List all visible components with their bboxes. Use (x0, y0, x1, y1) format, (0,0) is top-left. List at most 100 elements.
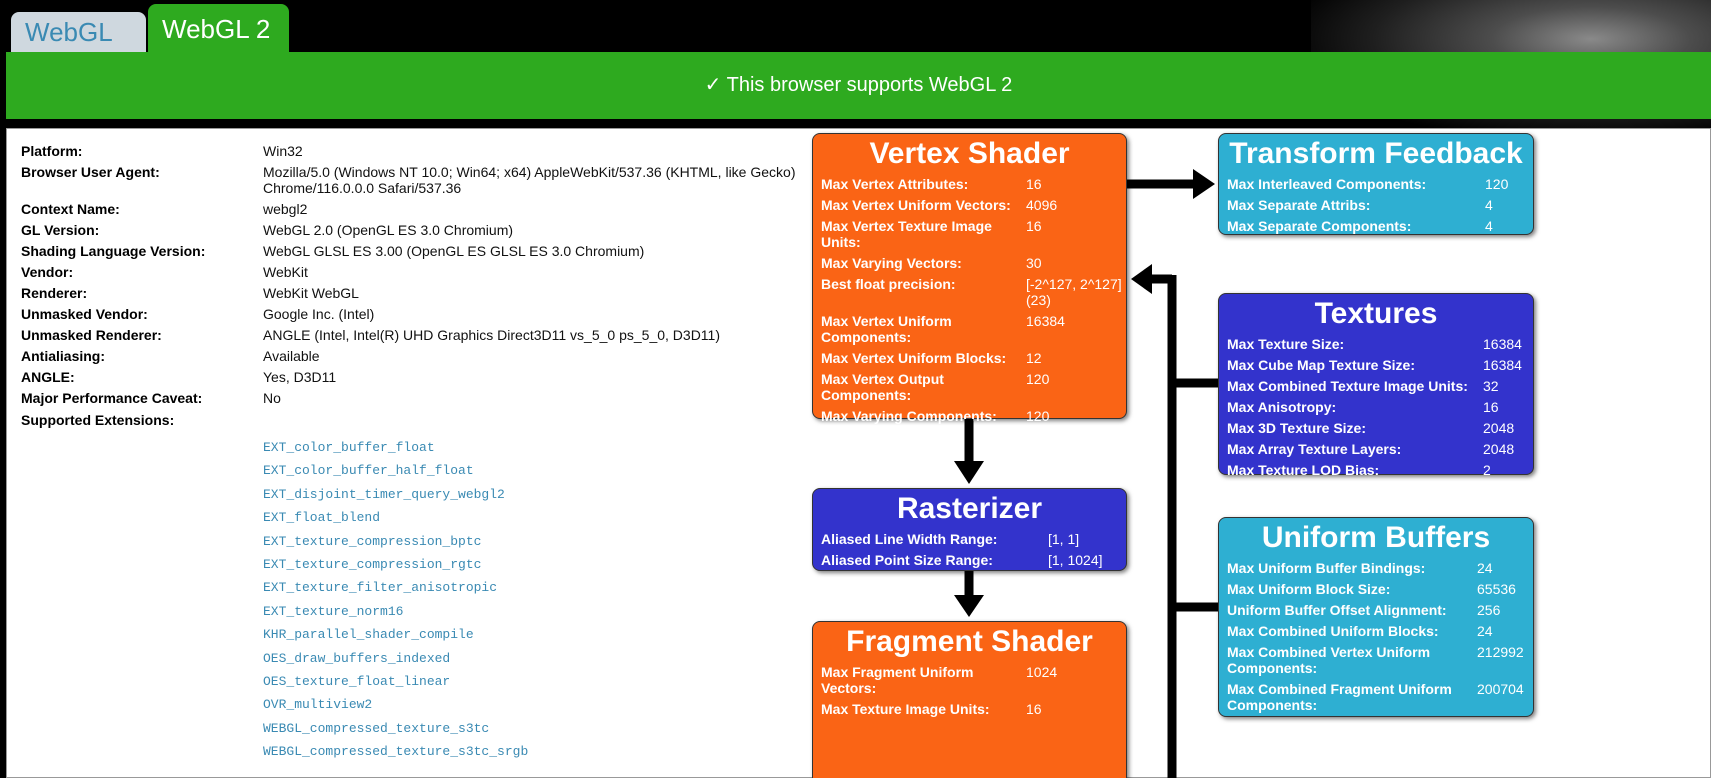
stat-row: Max Texture Size: 16384 (1219, 336, 1533, 352)
tab-webgl1[interactable]: WebGL 1 (11, 12, 146, 87)
extension-link[interactable]: OVR_multiview2 (263, 693, 861, 716)
info-value: Google Inc. (Intel) (263, 306, 375, 322)
stat-label: Max Varying Vectors: (821, 255, 962, 271)
stat-label: Uniform Buffer Offset Alignment: (1227, 602, 1447, 618)
stat-row: Max Combined Fragment Uniform Components… (1219, 681, 1533, 713)
info-key: Vendor: (21, 264, 74, 280)
info-row: Major Performance Caveat: No (21, 390, 861, 406)
stat-value: 16384 (1483, 336, 1522, 352)
stat-value: 4 (1485, 218, 1493, 234)
stat-row: Aliased Line Width Range: [1, 1] (813, 531, 1126, 547)
stat-value: 4 (1485, 197, 1493, 213)
stat-label: Max Texture Size: (1227, 336, 1345, 352)
info-value: webgl2 (263, 201, 308, 217)
stat-label: Max Combined Uniform Blocks: (1227, 623, 1439, 639)
uniform-buffers-title: Uniform Buffers (1261, 521, 1491, 554)
stat-value: 16 (1026, 176, 1042, 192)
stat-value: [1, 1] (1048, 531, 1080, 547)
info-value: Available (263, 348, 320, 364)
extension-link[interactable]: OES_draw_buffers_indexed (263, 647, 861, 670)
extension-link[interactable]: EXT_texture_compression_rgtc (263, 553, 861, 576)
stat-label: Max Fragment Uniform Vectors: (821, 664, 974, 696)
stat-row: Uniform Buffer Offset Alignment: 256 (1219, 602, 1533, 618)
stat-label: Max Cube Map Texture Size: (1227, 357, 1416, 373)
extension-link[interactable]: EXT_texture_norm16 (263, 600, 861, 623)
stat-value: [1, 1024] (1048, 552, 1103, 568)
fragment-shader-title: Fragment Shader (846, 625, 1093, 658)
extension-link[interactable]: KHR_parallel_shader_compile (263, 623, 861, 646)
stat-value: 16 (1026, 701, 1042, 717)
extension-link[interactable]: WEBGL_compressed_texture_s3tc (263, 717, 861, 740)
info-key: Unmasked Vendor: (21, 306, 148, 322)
stat-value: 120 (1485, 176, 1509, 192)
stat-label: Max Vertex Texture Image Units: (821, 218, 992, 250)
arrowhead-vs (1131, 264, 1152, 294)
info-key: Shading Language Version: (21, 243, 206, 259)
info-key: Context Name: (21, 201, 120, 217)
stat-row: Max Vertex Uniform Blocks: 12 (813, 350, 1126, 366)
info-key: GL Version: (21, 222, 100, 238)
tab-bar: WebGL 1 WebGL 2 (0, 0, 1711, 87)
arrowhead-ras (954, 461, 984, 484)
uniform-buffers-box: Uniform Buffers Max Uniform Buffer Bindi… (1218, 517, 1534, 717)
stat-row: Max Vertex Uniform Vectors: 4096 (813, 197, 1126, 213)
extension-link[interactable]: WEBGL_compressed_texture_s3tc_srgb (263, 740, 861, 763)
info-row: Platform: Win32 (21, 143, 861, 159)
stat-row: Max Vertex Texture Image Units: 16 (813, 218, 1126, 250)
stat-label: Aliased Point Size Range: (821, 552, 993, 568)
extension-link[interactable]: EXT_texture_filter_anisotropic (263, 576, 861, 599)
info-key: ANGLE: (21, 369, 75, 385)
main-panel: Platform: Win32 Browser User Agent: Mozilla… (6, 128, 1711, 778)
vertex-shader-box: Vertex Shader Max Vertex Attributes: 16 Ma… (812, 133, 1127, 424)
stat-row: Max Combined Vertex Uniform Components: 2… (1219, 644, 1533, 676)
extension-link[interactable]: EXT_disjoint_timer_query_webgl2 (263, 483, 861, 506)
stat-value: 24 (1477, 623, 1493, 639)
textures-box: Textures Max Texture Size: 16384 Max Cube … (1218, 293, 1534, 478)
extension-link[interactable]: OES_texture_float_linear (263, 670, 861, 693)
support-banner: ✓ This browser supports WebGL 2 (6, 52, 1711, 119)
info-row: Vendor: WebKit (21, 264, 861, 280)
info-row: Unmasked Renderer: ANGLE (Intel, Intel(R)… (21, 327, 861, 343)
stat-row: Max Interleaved Components: 120 (1219, 176, 1533, 192)
stat-label: Max Vertex Output Components: (821, 371, 944, 403)
info-value: ANGLE (Intel, Intel(R) UHD Graphics Dire… (263, 327, 720, 343)
stat-row: Max Vertex Output Components: 120 (813, 371, 1126, 403)
vertex-shader-title: Vertex Shader (869, 137, 1070, 170)
stat-label: Max Vertex Uniform Blocks: (821, 350, 1007, 366)
stat-row: Max Vertex Uniform Components: 16384 (813, 313, 1126, 345)
stat-label: Max Combined Fragment Uniform Components… (1227, 681, 1452, 713)
extension-link[interactable]: EXT_texture_compression_bptc (263, 530, 861, 553)
stat-value: 16 (1026, 218, 1042, 234)
info-key: Browser User Agent: (21, 164, 160, 180)
stat-value: 30 (1026, 255, 1042, 271)
arrowhead-tf (1193, 169, 1215, 199)
stat-row: Max Separate Attribs: 4 (1219, 197, 1533, 213)
textures-title: Textures (1314, 297, 1438, 330)
stat-value: 4096 (1026, 197, 1058, 213)
extension-link[interactable]: EXT_float_blend (263, 506, 861, 529)
stat-row: Max Combined Uniform Blocks: 24 (1219, 623, 1533, 639)
tab-webgl2[interactable]: WebGL 2 (148, 4, 289, 56)
info-key: Major Performance Caveat: (21, 390, 203, 406)
stat-label: Max Varying Components: (821, 408, 997, 424)
info-row: Browser User Agent: Mozilla/5.0 (Windows … (21, 164, 861, 196)
info-row: Shading Language Version: WebGL GLSL ES 3… (21, 243, 861, 259)
stat-label: Aliased Line Width Range: (821, 531, 998, 547)
stat-value: 256 (1477, 602, 1501, 618)
stat-value: 200704 (1477, 681, 1524, 697)
info-row: Context Name: webgl2 (21, 201, 861, 217)
stat-value: 32 (1483, 378, 1499, 394)
stat-value: 16 (1483, 399, 1499, 415)
info-key: Renderer: (21, 285, 88, 301)
stat-label: Max Separate Components: (1227, 218, 1412, 234)
stat-label: Max 3D Texture Size: (1227, 420, 1367, 436)
extension-link[interactable]: EXT_color_buffer_float (263, 436, 861, 459)
stat-row: Max Texture LOD Bias: 2 (1219, 462, 1533, 478)
arrowhead-fs (954, 595, 984, 617)
stat-value: 16384 (1483, 357, 1522, 373)
stat-label: Max Anisotropy: (1227, 399, 1337, 415)
stat-row: Max Uniform Block Size: 65536 (1219, 581, 1533, 597)
extension-link[interactable]: EXT_color_buffer_half_float (263, 459, 861, 482)
rasterizer-title: Rasterizer (896, 492, 1043, 525)
stat-value: 65536 (1477, 581, 1516, 597)
